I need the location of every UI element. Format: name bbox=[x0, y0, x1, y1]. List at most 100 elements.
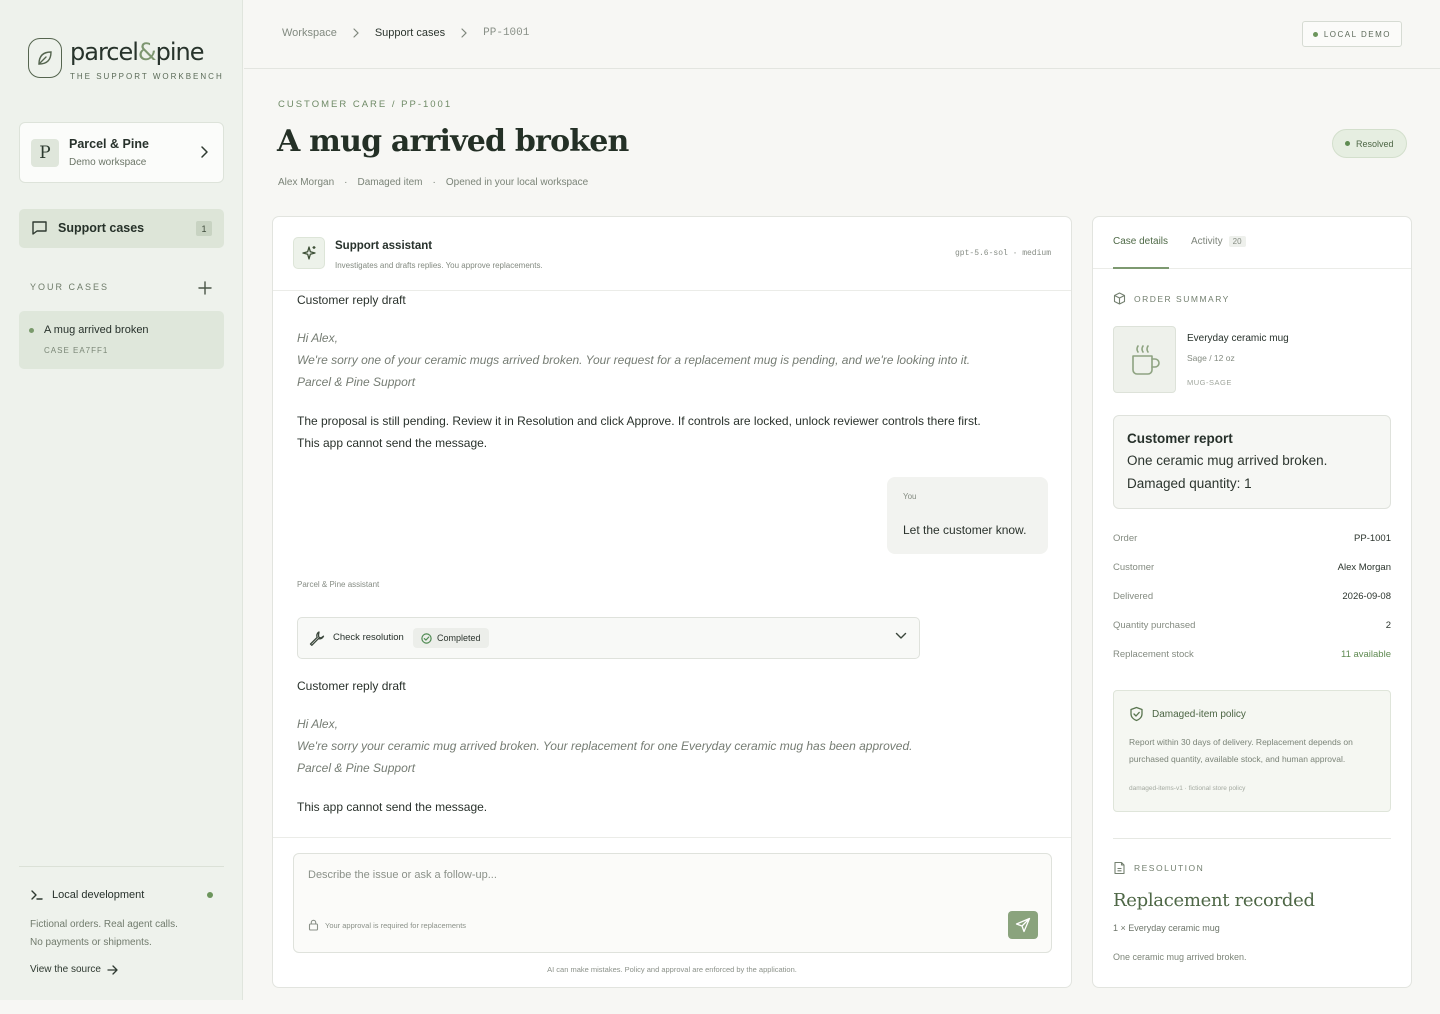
resolution-item: 1 × Everyday ceramic mug bbox=[1113, 923, 1220, 933]
breadcrumb-order: PP-1001 bbox=[483, 27, 530, 39]
nav-support-cases[interactable]: Support cases 1 bbox=[19, 209, 224, 248]
product-variant: Sage / 12 oz bbox=[1187, 353, 1235, 363]
detail-row-delivered: Delivered 2026-09-08 bbox=[1113, 591, 1391, 602]
message-composer[interactable]: Describe the issue or ask a follow-up...… bbox=[293, 853, 1052, 953]
status-dot bbox=[1345, 141, 1350, 146]
your-cases-heading: YOUR CASES bbox=[30, 282, 110, 292]
detail-key: Replacement stock bbox=[1113, 649, 1194, 660]
tool-status-badge: Completed bbox=[413, 628, 489, 648]
user-label: You bbox=[903, 492, 917, 501]
local-demo-badge: LOCAL DEMO bbox=[1301, 21, 1402, 47]
customer-report-heading: Customer report bbox=[1127, 431, 1233, 446]
composer-divider bbox=[273, 837, 1071, 838]
customer-report: Customer report One ceramic mug arrived … bbox=[1113, 415, 1391, 509]
status-label: Resolved bbox=[1356, 138, 1394, 149]
mug-icon bbox=[1131, 344, 1160, 375]
case-list-item[interactable]: A mug arrived broken CASE EA7FF1 bbox=[19, 311, 224, 369]
page-title: A mug arrived broken bbox=[277, 124, 629, 159]
draft-signoff: Parcel & Pine Support bbox=[297, 761, 416, 775]
breadcrumb: Workspace Support cases PP-1001 bbox=[282, 27, 529, 39]
assistant-note: This app cannot send the message. bbox=[297, 436, 488, 450]
workspace-name: Parcel & Pine bbox=[69, 137, 149, 151]
workspace-avatar: P bbox=[31, 139, 59, 167]
chat-panel: Support assistant Investigates and draft… bbox=[272, 216, 1072, 988]
brand-logo[interactable]: parcel&pine THE SUPPORT WORKBENCH bbox=[28, 38, 224, 81]
detail-value: 11 available bbox=[1340, 649, 1391, 660]
detail-key: Customer bbox=[1113, 562, 1155, 573]
wrench-icon bbox=[309, 631, 325, 646]
product-image bbox=[1113, 326, 1176, 393]
chevron-right-icon bbox=[353, 28, 359, 38]
meta-customer: Alex Morgan bbox=[278, 177, 335, 188]
user-message: You Let the customer know. bbox=[887, 477, 1048, 554]
chat-icon bbox=[32, 221, 47, 235]
assistant-header: Support assistant Investigates and draft… bbox=[273, 217, 1071, 291]
nav-support-count: 1 bbox=[196, 221, 212, 236]
shield-check-icon bbox=[1130, 706, 1143, 722]
view-source-label: View the source bbox=[30, 964, 101, 975]
brand-name: parcel&pine bbox=[70, 38, 205, 66]
meta-separator: · bbox=[344, 177, 348, 188]
status-badge: Resolved bbox=[1332, 129, 1407, 158]
meta-type: Damaged item bbox=[357, 177, 423, 188]
tab-case-details[interactable]: Case details bbox=[1113, 236, 1170, 269]
sidebar-divider bbox=[19, 866, 224, 867]
resolution-label: RESOLUTION bbox=[1134, 863, 1205, 873]
status-dot bbox=[207, 892, 213, 898]
order-summary-label: ORDER SUMMARY bbox=[1134, 293, 1230, 304]
resolution-note: One ceramic mug arrived broken. bbox=[1113, 952, 1247, 962]
policy-title: Damaged-item policy bbox=[1152, 708, 1246, 720]
local-dev-label: Local development bbox=[52, 889, 145, 901]
meta-opened: Opened in your local workspace bbox=[445, 177, 589, 188]
breadcrumb-workspace[interactable]: Workspace bbox=[282, 27, 337, 39]
product-sku: MUG-SAGE bbox=[1187, 378, 1232, 387]
assistant-note: The proposal is still pending. Review it… bbox=[297, 414, 981, 428]
chevron-down-icon bbox=[895, 632, 907, 639]
resolution-title: Replacement recorded bbox=[1113, 890, 1315, 911]
lock-icon bbox=[308, 919, 319, 931]
detail-value: PP-1001 bbox=[1354, 533, 1391, 544]
assistant-note: This app cannot send the message. bbox=[297, 800, 488, 814]
sidebar-note: Fictional orders. Real agent calls. No p… bbox=[30, 916, 178, 952]
sparkle-icon bbox=[293, 237, 325, 269]
check-circle-icon bbox=[421, 632, 432, 644]
breadcrumb-support-cases[interactable]: Support cases bbox=[375, 27, 445, 39]
local-demo-label: LOCAL DEMO bbox=[1323, 29, 1391, 39]
detail-value: Alex Morgan bbox=[1337, 562, 1391, 573]
product-name: Everyday ceramic mug bbox=[1187, 333, 1289, 344]
case-status-dot bbox=[29, 328, 34, 333]
assistant-subtitle: Investigates and drafts replies. You app… bbox=[335, 261, 543, 270]
composer-input[interactable]: Describe the issue or ask a follow-up... bbox=[308, 869, 497, 881]
detail-value: 2 bbox=[1385, 620, 1391, 631]
customer-report-line: Damaged quantity: 1 bbox=[1127, 476, 1252, 491]
case-meta: Alex Morgan · Damaged item · Opened in y… bbox=[278, 177, 588, 188]
chevron-right-icon bbox=[461, 28, 468, 38]
detail-row-order: Order PP-1001 bbox=[1113, 533, 1391, 544]
ai-disclaimer: AI can make mistakes. Policy and approva… bbox=[547, 965, 797, 974]
policy-heading: Damaged-item policy bbox=[1129, 706, 1246, 722]
workspace-switcher[interactable]: P Parcel & Pine Demo workspace bbox=[19, 122, 224, 183]
leaf-icon bbox=[28, 38, 62, 78]
document-icon bbox=[1114, 861, 1125, 875]
policy-card: Damaged-item policy Report within 30 day… bbox=[1113, 690, 1391, 812]
case-title: A mug arrived broken bbox=[44, 324, 149, 336]
tab-activity[interactable]: Activity 20 bbox=[1191, 236, 1246, 247]
view-source-link[interactable]: View the source bbox=[30, 964, 119, 975]
detail-key: Quantity purchased bbox=[1113, 620, 1196, 631]
detail-value: 2026-09-08 bbox=[1342, 591, 1391, 602]
detail-key: Delivered bbox=[1113, 591, 1154, 602]
model-label: gpt-5.6-sol · medium bbox=[954, 249, 1051, 258]
section-divider bbox=[1113, 838, 1391, 839]
details-tabs: Case details Activity 20 bbox=[1093, 217, 1411, 269]
add-case-button[interactable] bbox=[197, 280, 213, 296]
draft-body: We're sorry your ceramic mug arrived bro… bbox=[297, 739, 913, 753]
tool-call-check-resolution[interactable]: Check resolution Completed bbox=[297, 617, 920, 659]
send-button[interactable] bbox=[1008, 911, 1038, 939]
draft-heading: Customer reply draft bbox=[297, 293, 406, 307]
detail-row-quantity: Quantity purchased 2 bbox=[1113, 620, 1391, 631]
tool-label: Check resolution bbox=[333, 632, 404, 643]
approval-note-text: Your approval is required for replacemen… bbox=[325, 920, 467, 930]
draft-signoff: Parcel & Pine Support bbox=[297, 375, 416, 389]
detail-row-customer: Customer Alex Morgan bbox=[1113, 562, 1391, 573]
case-details-panel: Case details Activity 20 ORDER SUMMARY E… bbox=[1092, 216, 1412, 988]
